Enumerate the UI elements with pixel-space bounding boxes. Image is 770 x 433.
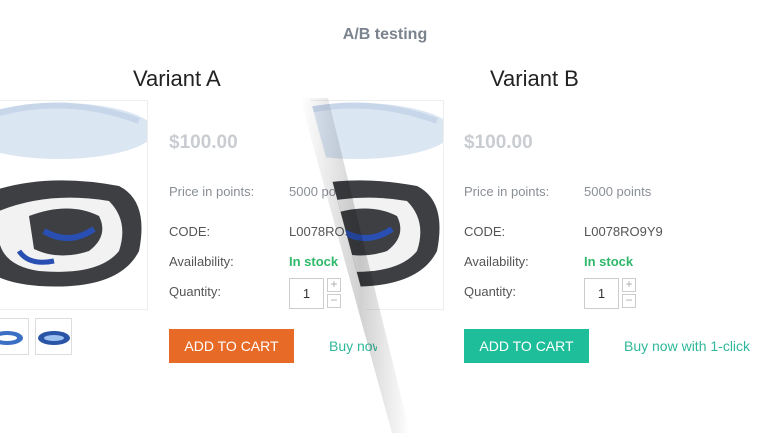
code-row: CODE: L0078RO9Y9 [464, 224, 663, 239]
price: $100.00 [464, 132, 533, 153]
variant-a-title: Variant A [133, 66, 221, 91]
code-label: CODE: [169, 224, 211, 239]
shoe-sole-icon [0, 102, 147, 287]
quantity-increment-button[interactable]: + [327, 278, 341, 292]
shoe-thumbnail[interactable] [0, 318, 29, 355]
product-image[interactable] [0, 100, 148, 310]
points-label: Price in points: [464, 184, 550, 199]
availability-row: Availability: In stock [169, 254, 338, 269]
thumbnail-list [0, 318, 72, 355]
page-heading: A/B testing [342, 26, 428, 43]
code-value: L0078RO9Y9 [584, 224, 663, 239]
code-value: L0078RO9 [289, 224, 352, 239]
quantity-increment-button[interactable]: + [622, 278, 636, 292]
availability-label: Availability: [169, 254, 234, 269]
points-row: Price in points: 5000 points [464, 184, 651, 199]
quantity-label: Quantity: [464, 284, 517, 299]
quantity-label: Quantity: [169, 284, 222, 299]
quantity-row: Quantity: [464, 284, 584, 299]
quantity-decrement-button[interactable]: − [622, 294, 636, 308]
points-value: 5000 points [584, 184, 652, 199]
add-to-cart-button[interactable]: ADD TO CART [464, 329, 589, 363]
code-row: CODE: L0078RO9 [169, 224, 352, 239]
add-to-cart-button[interactable]: ADD TO CART [169, 329, 294, 363]
buy-now-one-click-link[interactable]: Buy now with 1-click [624, 338, 750, 354]
points-row: Price in points: 5000 po [169, 184, 336, 199]
points-value: 5000 po [289, 184, 336, 199]
availability-value: In stock [289, 254, 339, 269]
availability-row: Availability: In stock [464, 254, 633, 269]
quantity-input[interactable]: 1 [289, 278, 324, 309]
availability-value: In stock [584, 254, 634, 269]
quantity-input[interactable]: 1 [584, 278, 619, 309]
code-label: CODE: [464, 224, 506, 239]
shoe-thumbnail[interactable] [35, 318, 72, 355]
price: $100.00 [169, 132, 238, 153]
quantity-decrement-button[interactable]: − [327, 294, 341, 308]
variant-b-title: Variant B [490, 66, 579, 91]
buy-now-link[interactable]: Buy now [329, 338, 383, 354]
points-label: Price in points: [169, 184, 255, 199]
availability-label: Availability: [464, 254, 529, 269]
quantity-row: Quantity: [169, 284, 289, 299]
